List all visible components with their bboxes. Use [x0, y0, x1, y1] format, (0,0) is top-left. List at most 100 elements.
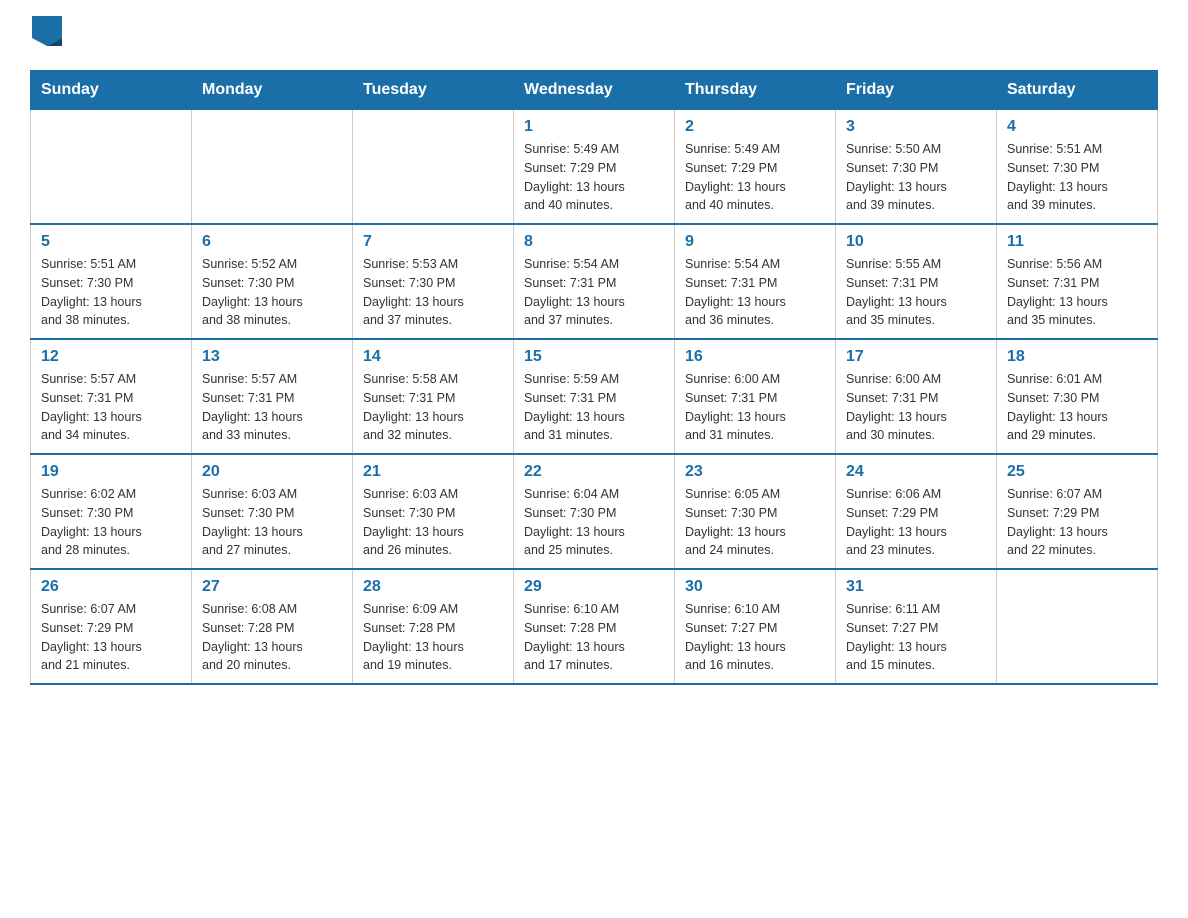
- day-info: Sunrise: 5:49 AM Sunset: 7:29 PM Dayligh…: [685, 140, 825, 215]
- day-number: 25: [1007, 463, 1147, 481]
- day-info: Sunrise: 6:06 AM Sunset: 7:29 PM Dayligh…: [846, 485, 986, 560]
- day-info: Sunrise: 5:51 AM Sunset: 7:30 PM Dayligh…: [41, 255, 181, 330]
- day-number: 9: [685, 233, 825, 251]
- day-number: 20: [202, 463, 342, 481]
- week-row-3: 12 Sunrise: 5:57 AM Sunset: 7:31 PM Dayli…: [31, 339, 1158, 454]
- header-cell-tuesday: Tuesday: [353, 71, 514, 110]
- day-info: Sunrise: 5:57 AM Sunset: 7:31 PM Dayligh…: [202, 370, 342, 445]
- day-cell: 29 Sunrise: 6:10 AM Sunset: 7:28 PM Dayli…: [514, 569, 675, 684]
- calendar-header: SundayMondayTuesdayWednesdayThursdayFrid…: [31, 71, 1158, 110]
- day-number: 24: [846, 463, 986, 481]
- day-number: 21: [363, 463, 503, 481]
- day-number: 13: [202, 348, 342, 366]
- header-row: SundayMondayTuesdayWednesdayThursdayFrid…: [31, 71, 1158, 110]
- calendar-body: 1 Sunrise: 5:49 AM Sunset: 7:29 PM Daylig…: [31, 110, 1158, 685]
- day-cell: 9 Sunrise: 5:54 AM Sunset: 7:31 PM Daylig…: [675, 224, 836, 339]
- day-number: 2: [685, 118, 825, 136]
- day-cell: 23 Sunrise: 6:05 AM Sunset: 7:30 PM Dayli…: [675, 454, 836, 569]
- day-number: 14: [363, 348, 503, 366]
- day-info: Sunrise: 6:11 AM Sunset: 7:27 PM Dayligh…: [846, 600, 986, 675]
- day-cell: 14Sunrise: 5:58 AM Sunset: 7:31 PM Dayli…: [353, 339, 514, 454]
- day-cell: 24 Sunrise: 6:06 AM Sunset: 7:29 PM Dayli…: [836, 454, 997, 569]
- day-cell: 26 Sunrise: 6:07 AM Sunset: 7:29 PM Dayli…: [31, 569, 192, 684]
- day-number: 7: [363, 233, 503, 251]
- day-info: Sunrise: 6:08 AM Sunset: 7:28 PM Dayligh…: [202, 600, 342, 675]
- day-info: Sunrise: 6:10 AM Sunset: 7:28 PM Dayligh…: [524, 600, 664, 675]
- day-info: Sunrise: 6:01 AM Sunset: 7:30 PM Dayligh…: [1007, 370, 1147, 445]
- day-number: 29: [524, 578, 664, 596]
- day-cell: 19 Sunrise: 6:02 AM Sunset: 7:30 PM Dayli…: [31, 454, 192, 569]
- day-info: Sunrise: 6:00 AM Sunset: 7:31 PM Dayligh…: [846, 370, 986, 445]
- day-cell: 22 Sunrise: 6:04 AM Sunset: 7:30 PM Dayli…: [514, 454, 675, 569]
- day-cell: 1 Sunrise: 5:49 AM Sunset: 7:29 PM Daylig…: [514, 110, 675, 225]
- day-info: Sunrise: 5:59 AM Sunset: 7:31 PM Dayligh…: [524, 370, 664, 445]
- day-number: 19: [41, 463, 181, 481]
- day-number: 26: [41, 578, 181, 596]
- day-info: Sunrise: 6:04 AM Sunset: 7:30 PM Dayligh…: [524, 485, 664, 560]
- calendar-table: SundayMondayTuesdayWednesdayThursdayFrid…: [30, 70, 1158, 685]
- day-number: 3: [846, 118, 986, 136]
- day-info: Sunrise: 6:03 AM Sunset: 7:30 PM Dayligh…: [202, 485, 342, 560]
- day-cell: 5 Sunrise: 5:51 AM Sunset: 7:30 PM Daylig…: [31, 224, 192, 339]
- day-cell: 21 Sunrise: 6:03 AM Sunset: 7:30 PM Dayli…: [353, 454, 514, 569]
- day-cell: 6 Sunrise: 5:52 AM Sunset: 7:30 PM Daylig…: [192, 224, 353, 339]
- day-number: 27: [202, 578, 342, 596]
- day-cell: 30 Sunrise: 6:10 AM Sunset: 7:27 PM Dayli…: [675, 569, 836, 684]
- day-cell: 16 Sunrise: 6:00 AM Sunset: 7:31 PM Dayli…: [675, 339, 836, 454]
- day-cell: 12Sunrise: 5:57 AM Sunset: 7:31 PM Dayli…: [31, 339, 192, 454]
- header-cell-thursday: Thursday: [675, 71, 836, 110]
- day-info: Sunrise: 5:51 AM Sunset: 7:30 PM Dayligh…: [1007, 140, 1147, 215]
- day-info: Sunrise: 6:03 AM Sunset: 7:30 PM Dayligh…: [363, 485, 503, 560]
- day-cell: 28 Sunrise: 6:09 AM Sunset: 7:28 PM Dayli…: [353, 569, 514, 684]
- day-cell: 10Sunrise: 5:55 AM Sunset: 7:31 PM Dayli…: [836, 224, 997, 339]
- day-cell: 3 Sunrise: 5:50 AM Sunset: 7:30 PM Daylig…: [836, 110, 997, 225]
- day-info: Sunrise: 5:54 AM Sunset: 7:31 PM Dayligh…: [685, 255, 825, 330]
- header-cell-saturday: Saturday: [997, 71, 1158, 110]
- day-info: Sunrise: 5:54 AM Sunset: 7:31 PM Dayligh…: [524, 255, 664, 330]
- day-number: 12: [41, 348, 181, 366]
- header-cell-monday: Monday: [192, 71, 353, 110]
- day-cell: 15Sunrise: 5:59 AM Sunset: 7:31 PM Dayli…: [514, 339, 675, 454]
- day-cell: 20 Sunrise: 6:03 AM Sunset: 7:30 PM Dayli…: [192, 454, 353, 569]
- day-number: 16: [685, 348, 825, 366]
- day-cell: 7Sunrise: 5:53 AM Sunset: 7:30 PM Daylig…: [353, 224, 514, 339]
- day-number: 6: [202, 233, 342, 251]
- day-cell: 31Sunrise: 6:11 AM Sunset: 7:27 PM Dayli…: [836, 569, 997, 684]
- header-cell-wednesday: Wednesday: [514, 71, 675, 110]
- header-cell-friday: Friday: [836, 71, 997, 110]
- day-cell: 18Sunrise: 6:01 AM Sunset: 7:30 PM Dayli…: [997, 339, 1158, 454]
- day-cell: 8Sunrise: 5:54 AM Sunset: 7:31 PM Daylig…: [514, 224, 675, 339]
- day-info: Sunrise: 6:05 AM Sunset: 7:30 PM Dayligh…: [685, 485, 825, 560]
- day-number: 30: [685, 578, 825, 596]
- day-info: Sunrise: 6:02 AM Sunset: 7:30 PM Dayligh…: [41, 485, 181, 560]
- day-info: Sunrise: 6:07 AM Sunset: 7:29 PM Dayligh…: [41, 600, 181, 675]
- day-number: 11: [1007, 233, 1147, 251]
- day-info: Sunrise: 5:50 AM Sunset: 7:30 PM Dayligh…: [846, 140, 986, 215]
- header-cell-sunday: Sunday: [31, 71, 192, 110]
- day-info: Sunrise: 5:49 AM Sunset: 7:29 PM Dayligh…: [524, 140, 664, 215]
- day-cell: 17 Sunrise: 6:00 AM Sunset: 7:31 PM Dayli…: [836, 339, 997, 454]
- page-header: [30, 20, 1158, 50]
- day-number: 23: [685, 463, 825, 481]
- week-row-4: 19 Sunrise: 6:02 AM Sunset: 7:30 PM Dayli…: [31, 454, 1158, 569]
- day-number: 22: [524, 463, 664, 481]
- day-info: Sunrise: 5:56 AM Sunset: 7:31 PM Dayligh…: [1007, 255, 1147, 330]
- day-number: 1: [524, 118, 664, 136]
- day-cell: [997, 569, 1158, 684]
- day-number: 28: [363, 578, 503, 596]
- day-number: 17: [846, 348, 986, 366]
- day-cell: 11 Sunrise: 5:56 AM Sunset: 7:31 PM Dayli…: [997, 224, 1158, 339]
- day-info: Sunrise: 6:00 AM Sunset: 7:31 PM Dayligh…: [685, 370, 825, 445]
- day-cell: [31, 110, 192, 225]
- logo: [30, 20, 64, 50]
- day-info: Sunrise: 6:10 AM Sunset: 7:27 PM Dayligh…: [685, 600, 825, 675]
- day-number: 5: [41, 233, 181, 251]
- day-cell: 13 Sunrise: 5:57 AM Sunset: 7:31 PM Dayli…: [192, 339, 353, 454]
- day-info: Sunrise: 5:52 AM Sunset: 7:30 PM Dayligh…: [202, 255, 342, 330]
- day-info: Sunrise: 6:09 AM Sunset: 7:28 PM Dayligh…: [363, 600, 503, 675]
- day-cell: 2 Sunrise: 5:49 AM Sunset: 7:29 PM Daylig…: [675, 110, 836, 225]
- week-row-2: 5 Sunrise: 5:51 AM Sunset: 7:30 PM Daylig…: [31, 224, 1158, 339]
- day-number: 4: [1007, 118, 1147, 136]
- day-cell: 25Sunrise: 6:07 AM Sunset: 7:29 PM Dayli…: [997, 454, 1158, 569]
- day-cell: 4 Sunrise: 5:51 AM Sunset: 7:30 PM Daylig…: [997, 110, 1158, 225]
